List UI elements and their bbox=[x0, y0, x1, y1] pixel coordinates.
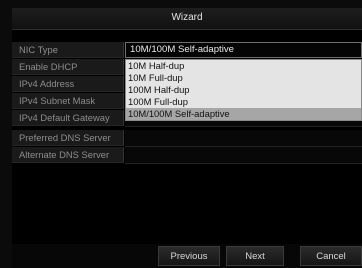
nic-type-dropdown-list: 10M Half-dup 10M Full-dup 100M Half-dup … bbox=[125, 59, 362, 121]
dropdown-option[interactable]: 100M Full-dup bbox=[126, 96, 361, 108]
dropdown-option-selected[interactable]: 10M/100M Self-adaptive bbox=[126, 108, 361, 120]
nic-type-label: NIC Type bbox=[12, 42, 124, 58]
preferred-dns-label: Preferred DNS Server bbox=[12, 130, 124, 146]
next-button[interactable]: Next bbox=[226, 246, 284, 266]
enable-dhcp-label: Enable DHCP bbox=[12, 59, 124, 75]
wizard-window: Wizard NIC Type 10M/100M Self-adaptive E… bbox=[12, 8, 362, 268]
cancel-button[interactable]: Cancel bbox=[300, 246, 362, 266]
ipv4-address-label: IPv4 Address bbox=[12, 76, 124, 92]
title-bar: Wizard bbox=[12, 8, 362, 30]
alternate-dns-row: Alternate DNS Server bbox=[12, 147, 362, 164]
dropdown-option[interactable]: 100M Half-dup bbox=[126, 84, 361, 96]
previous-button[interactable]: Previous bbox=[158, 246, 220, 266]
ipv4-subnet-mask-label: IPv4 Subnet Mask bbox=[12, 93, 124, 109]
dropdown-option[interactable]: 10M Half-dup bbox=[126, 60, 361, 72]
preferred-dns-field[interactable] bbox=[125, 130, 362, 147]
nic-type-select[interactable]: 10M/100M Self-adaptive bbox=[125, 42, 362, 58]
dropdown-option[interactable]: 10M Full-dup bbox=[126, 72, 361, 84]
alternate-dns-label: Alternate DNS Server bbox=[12, 147, 124, 163]
preferred-dns-row: Preferred DNS Server bbox=[12, 130, 362, 147]
window-title: Wizard bbox=[171, 12, 203, 23]
alternate-dns-field[interactable] bbox=[125, 147, 362, 164]
ipv4-default-gateway-label: IPv4 Default Gateway bbox=[12, 110, 124, 126]
